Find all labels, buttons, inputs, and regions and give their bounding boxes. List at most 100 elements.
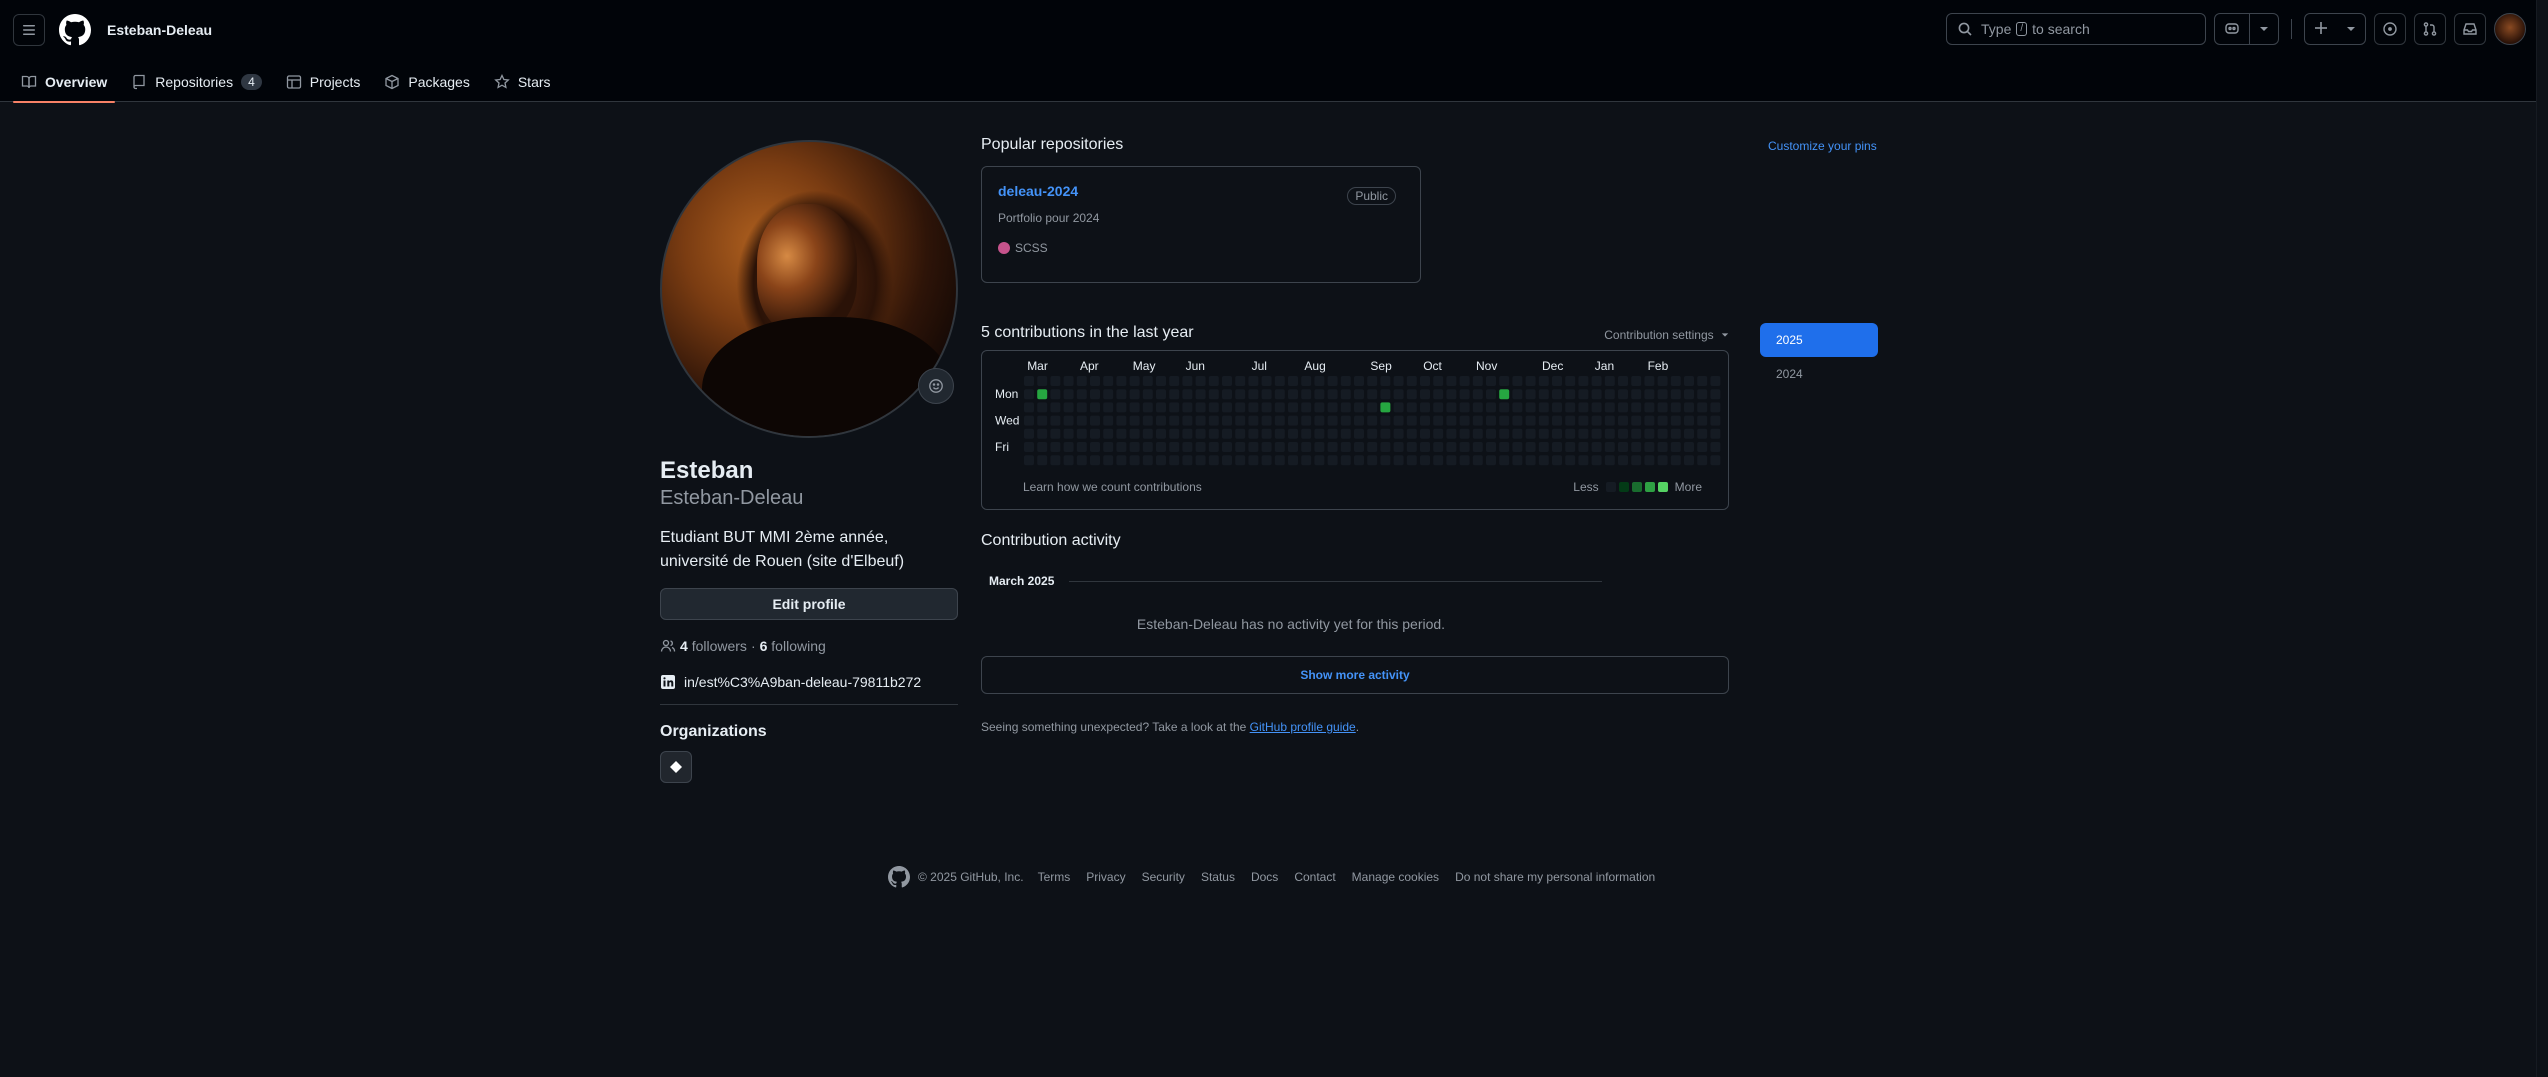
contribution-day[interactable] — [1644, 402, 1655, 413]
contribution-day[interactable] — [1195, 389, 1206, 400]
contribution-day[interactable] — [1591, 455, 1602, 466]
contribution-day[interactable] — [1327, 376, 1338, 386]
contribution-day[interactable] — [1235, 402, 1246, 413]
contribution-day[interactable] — [1670, 428, 1681, 439]
contribution-day[interactable] — [1670, 415, 1681, 426]
contribution-day[interactable] — [1261, 442, 1272, 452]
contribution-day[interactable] — [1604, 442, 1615, 452]
year-2024-button[interactable]: 2024 — [1760, 357, 1878, 391]
contribution-day[interactable] — [1050, 415, 1061, 426]
contribution-day[interactable] — [1156, 455, 1166, 466]
tab-projects[interactable]: Projects — [278, 62, 369, 102]
contribution-day[interactable] — [1208, 442, 1219, 452]
contribution-day[interactable] — [1459, 428, 1470, 439]
contribution-day[interactable] — [1618, 376, 1628, 386]
contribution-day[interactable] — [1340, 455, 1351, 466]
linkedin-link[interactable]: in/est%C3%A9ban-deleau-79811b272 — [684, 674, 921, 690]
contribution-day[interactable] — [1340, 415, 1351, 426]
contribution-day[interactable] — [1037, 455, 1048, 466]
contribution-day[interactable] — [1512, 402, 1523, 413]
contribution-day[interactable] — [1156, 428, 1166, 439]
contribution-day[interactable] — [1472, 455, 1483, 466]
contribution-day[interactable] — [1406, 442, 1417, 452]
contribution-day[interactable] — [1406, 455, 1417, 466]
contribution-day[interactable] — [1182, 402, 1193, 413]
contribution-day[interactable] — [1222, 455, 1232, 466]
contribution-day[interactable] — [1393, 428, 1404, 439]
contribution-day[interactable] — [1631, 428, 1642, 439]
user-avatar-menu[interactable] — [2494, 13, 2526, 45]
contribution-day[interactable] — [1420, 402, 1430, 413]
contribution-day[interactable] — [1314, 389, 1325, 400]
profile-guide-link[interactable]: GitHub profile guide — [1250, 720, 1356, 734]
contribution-settings-button[interactable]: Contribution settings — [1604, 328, 1729, 342]
contribution-day[interactable] — [1604, 389, 1615, 400]
contribution-day[interactable] — [1248, 402, 1259, 413]
contribution-day[interactable] — [1393, 389, 1404, 400]
contribution-day[interactable] — [1261, 415, 1272, 426]
contribution-day[interactable] — [1499, 428, 1510, 439]
contribution-day[interactable] — [1195, 428, 1206, 439]
contribution-day[interactable] — [1684, 428, 1694, 439]
contribution-day[interactable] — [1618, 455, 1628, 466]
contribution-day[interactable] — [1169, 455, 1180, 466]
contribution-day[interactable] — [1499, 402, 1510, 413]
contribution-day[interactable] — [1604, 428, 1615, 439]
contribution-day[interactable] — [1657, 376, 1668, 386]
contribution-day[interactable] — [1235, 455, 1246, 466]
contribution-day[interactable] — [1354, 428, 1364, 439]
contribution-day[interactable] — [1327, 402, 1338, 413]
contribution-day[interactable] — [1657, 402, 1668, 413]
contribution-day[interactable] — [1090, 376, 1100, 386]
contribution-day[interactable] — [1406, 428, 1417, 439]
contribution-day[interactable] — [1591, 442, 1602, 452]
contribution-day[interactable] — [1116, 389, 1127, 400]
contribution-day[interactable] — [1604, 455, 1615, 466]
contribution-day[interactable] — [1710, 376, 1721, 386]
contribution-day[interactable] — [1367, 455, 1378, 466]
contribution-day[interactable] — [1274, 389, 1285, 400]
contribution-day[interactable] — [1301, 376, 1312, 386]
contribution-day[interactable] — [1169, 442, 1180, 452]
contribution-day[interactable] — [1670, 442, 1681, 452]
contribution-day[interactable] — [1538, 442, 1549, 452]
contribution-day[interactable] — [1340, 402, 1351, 413]
contribution-day[interactable] — [1340, 389, 1351, 400]
contribution-day[interactable] — [1604, 415, 1615, 426]
contribution-day[interactable] — [1301, 389, 1312, 400]
contribution-day[interactable] — [1208, 402, 1219, 413]
contribution-day[interactable] — [1327, 455, 1338, 466]
contribution-day[interactable] — [1644, 428, 1655, 439]
contribution-day[interactable] — [1103, 376, 1114, 386]
contribution-day[interactable] — [1208, 415, 1219, 426]
contribution-day[interactable] — [1037, 415, 1048, 426]
contribution-day[interactable] — [1578, 376, 1589, 386]
contribution-day[interactable] — [1090, 402, 1100, 413]
contribution-day[interactable] — [1235, 389, 1246, 400]
contribution-day[interactable] — [1591, 428, 1602, 439]
contribution-day[interactable] — [1301, 428, 1312, 439]
contribution-day[interactable] — [1406, 376, 1417, 386]
contribution-day[interactable] — [1090, 455, 1100, 466]
contribution-day[interactable] — [1367, 389, 1378, 400]
contribution-day[interactable] — [1670, 389, 1681, 400]
contribution-day[interactable] — [1618, 415, 1628, 426]
contribution-day[interactable] — [1525, 389, 1536, 400]
footer-link-docs[interactable]: Docs — [1251, 870, 1278, 884]
contribution-day[interactable] — [1222, 415, 1232, 426]
contribution-day[interactable] — [1565, 428, 1576, 439]
contribution-day[interactable] — [1525, 428, 1536, 439]
issues-button[interactable] — [2374, 13, 2406, 45]
contribution-day[interactable] — [1142, 376, 1153, 386]
contribution-day[interactable] — [1525, 455, 1536, 466]
contribution-day[interactable] — [1288, 428, 1298, 439]
contribution-day[interactable] — [1525, 442, 1536, 452]
contribution-day[interactable] — [1063, 389, 1074, 400]
contribution-day[interactable] — [1512, 376, 1523, 386]
contribution-day[interactable] — [1063, 455, 1074, 466]
footer-link-terms[interactable]: Terms — [1038, 870, 1071, 884]
edit-profile-button[interactable]: Edit profile — [660, 588, 958, 620]
contribution-day[interactable] — [1327, 415, 1338, 426]
contribution-day[interactable] — [1103, 428, 1114, 439]
contribution-day[interactable] — [1156, 415, 1166, 426]
